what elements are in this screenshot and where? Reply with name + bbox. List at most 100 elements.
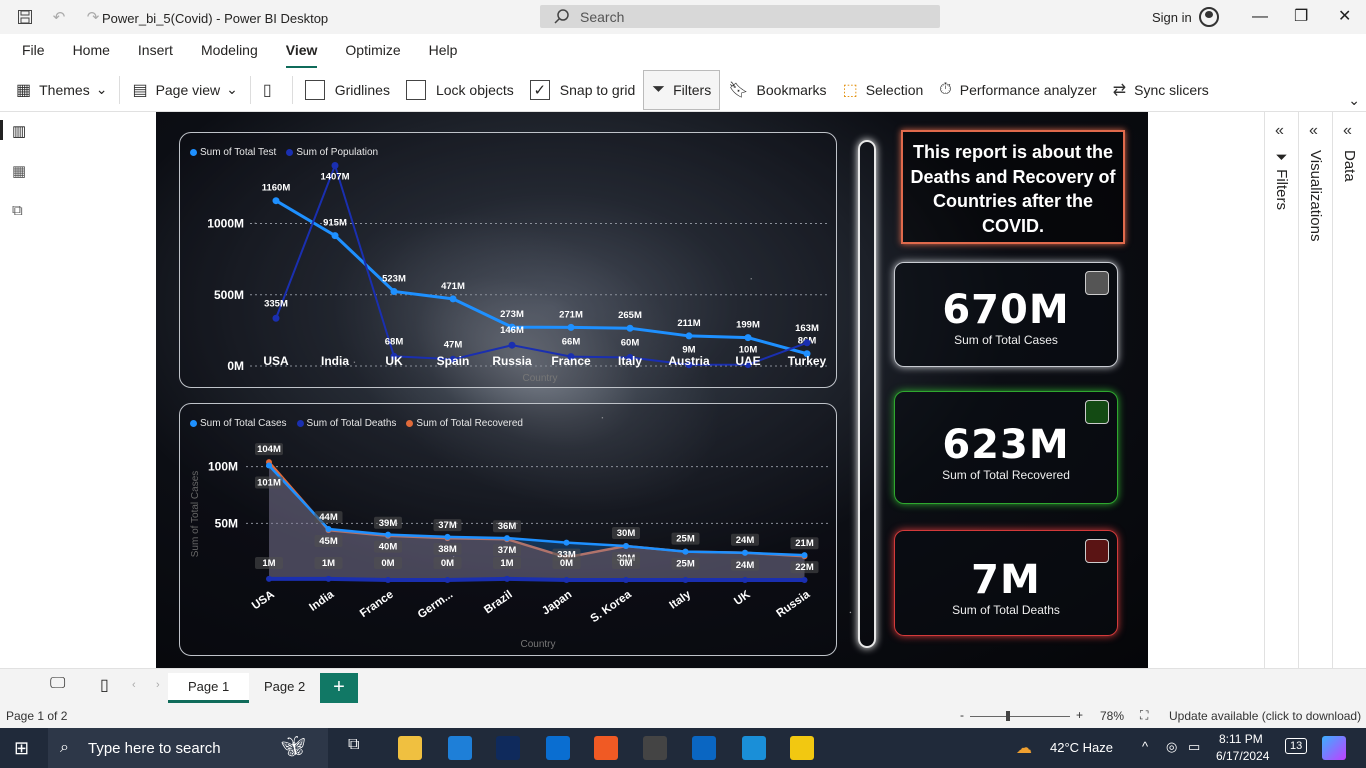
menu-home[interactable]: Home — [73, 34, 110, 68]
report-view-icon[interactable]: ▥ — [12, 122, 26, 140]
filters-pane-text: Filters — [1273, 169, 1290, 211]
tab-page-2[interactable]: Page 2 — [244, 673, 325, 703]
card-value: 623M — [942, 422, 1070, 468]
window-title: Power_bi_5(Covid) - Power BI Desktop — [102, 11, 329, 26]
gridlines-label: Gridlines — [334, 81, 390, 98]
brave-browser-icon[interactable] — [594, 736, 618, 760]
x-tick-label: Russia — [774, 588, 812, 620]
data-pane[interactable]: « Data — [1333, 112, 1366, 668]
lock-objects-checkbox[interactable] — [405, 79, 426, 100]
account-icon[interactable] — [1199, 7, 1219, 27]
sign-in-link[interactable]: Sign in — [1152, 10, 1192, 25]
card-label: Sum of Total Cases — [954, 333, 1058, 347]
disney-plus-icon[interactable] — [496, 736, 520, 760]
vscode-icon[interactable] — [742, 736, 766, 760]
battery-icon[interactable]: ▭ — [1188, 739, 1200, 755]
x-tick-label: UK — [732, 588, 753, 608]
data-point — [266, 462, 272, 469]
outlook-icon[interactable] — [546, 736, 570, 760]
table-view-icon[interactable]: ▦ — [12, 162, 26, 180]
mobile-layout-button[interactable]: ▯ — [255, 70, 288, 110]
expand-chevron-icon[interactable]: « — [1309, 122, 1318, 140]
total-deaths-card[interactable]: 7M Sum of Total Deaths — [894, 530, 1118, 636]
gridlines-checkbox[interactable] — [304, 79, 325, 100]
snap-to-grid-toggle[interactable]: ✓ Snap to grid — [522, 70, 644, 110]
mobile-layout-icon[interactable]: ▯ — [100, 675, 109, 695]
data-point — [331, 162, 339, 170]
phone-icon: ▯ — [262, 81, 272, 99]
zoom-slider[interactable] — [970, 716, 1070, 717]
sync-slicers-button[interactable]: ⇄ Sync slicers — [1105, 70, 1217, 110]
visualizations-pane[interactable]: « Visualizations — [1299, 112, 1333, 668]
filters-pane[interactable]: « ⏷ Filters — [1265, 112, 1299, 668]
gridlines-toggle[interactable]: Gridlines — [297, 70, 398, 110]
search-box[interactable]: Search — [540, 5, 940, 28]
menu-optimize[interactable]: Optimize — [345, 34, 400, 68]
filters-button[interactable]: ⏷ Filters — [643, 69, 721, 110]
x-axis-title: Country — [520, 639, 555, 650]
close-icon[interactable]: ✕ — [1338, 6, 1351, 26]
power-bi-icon[interactable] — [790, 736, 814, 760]
desktop-layout-icon[interactable]: 🖵 — [50, 675, 65, 693]
line-chart-panel[interactable]: Sum of Total Test Sum of Population 1000… — [179, 132, 837, 388]
expand-chevron-icon[interactable]: « — [1343, 122, 1352, 140]
taskbar-search[interactable]: ⌕ Type here to search 🦋︎ — [48, 728, 328, 768]
model-view-icon[interactable]: ⧉ — [12, 202, 23, 219]
menu-view[interactable]: View — [285, 34, 318, 68]
menu-file[interactable]: File — [22, 34, 45, 68]
microsoft-store-icon[interactable] — [643, 736, 667, 760]
task-view-icon[interactable]: ⧉ — [348, 736, 372, 760]
total-recovered-card[interactable]: 623M Sum of Total Recovered — [894, 391, 1118, 504]
x-tick-label: France — [551, 354, 591, 368]
tray-chevron-icon[interactable]: ^ — [1142, 739, 1148, 754]
network-icon[interactable]: ◎ — [1166, 739, 1177, 755]
bookmarks-button[interactable]: 🔖︎ Bookmarks — [720, 70, 834, 110]
performance-analyzer-button[interactable]: ⏱ Performance analyzer — [931, 70, 1104, 110]
snap-to-grid-checkbox[interactable]: ✓ — [529, 79, 550, 100]
menu-help[interactable]: Help — [429, 34, 458, 68]
zoom-slider-thumb[interactable] — [1006, 711, 1010, 721]
menu-insert[interactable]: Insert — [138, 34, 173, 68]
selection-button[interactable]: ⬚ Selection — [835, 70, 932, 110]
mail-icon[interactable] — [448, 736, 472, 760]
undo-icon[interactable]: ↶ — [50, 8, 68, 26]
data-label: 1M — [322, 558, 335, 569]
page-view-button[interactable]: ▤ Page view ⌄ — [124, 70, 245, 110]
windows-start-icon[interactable]: ⊞ — [14, 738, 29, 759]
weather-text[interactable]: 42°C Haze — [1050, 740, 1113, 755]
ribbon-collapse-icon[interactable]: ⌄ — [1348, 92, 1360, 109]
minimize-icon[interactable]: — — [1252, 8, 1268, 26]
search-icon: ⌕ — [60, 739, 69, 756]
file-explorer-icon[interactable] — [398, 736, 422, 760]
x-tick-label: UAE — [735, 354, 760, 368]
restore-icon[interactable]: ❐ — [1294, 6, 1308, 26]
tab-page-1[interactable]: Page 1 — [168, 673, 250, 703]
redo-icon[interactable]: ↷ — [84, 8, 102, 26]
save-icon[interactable] — [16, 8, 34, 26]
clock-time[interactable]: 8:11 PM — [1219, 732, 1263, 746]
data-label: 66M — [562, 337, 581, 348]
scroll-right-icon[interactable]: › — [156, 679, 160, 691]
lock-objects-toggle[interactable]: Lock objects — [398, 70, 522, 110]
zoom-level[interactable]: 78% — [1100, 709, 1124, 723]
themes-button[interactable]: ▦ Themes ⌄ — [8, 70, 115, 110]
x-axis-title: Country — [522, 373, 557, 384]
zoom-out-button[interactable]: - — [960, 708, 964, 722]
update-link[interactable]: Update available (click to download) — [1169, 709, 1361, 723]
card-color-swatch — [1085, 271, 1109, 295]
fit-to-page-icon[interactable]: ⛶ — [1140, 708, 1148, 723]
clock-date[interactable]: 6/17/2024 — [1216, 749, 1269, 763]
search-icon — [554, 8, 569, 24]
data-point — [325, 575, 332, 582]
menu-modeling[interactable]: Modeling — [201, 34, 258, 68]
notification-badge[interactable]: 13 — [1285, 738, 1308, 754]
scroll-left-icon[interactable]: ‹ — [132, 679, 136, 691]
linkedin-icon[interactable] — [692, 736, 716, 760]
expand-chevron-icon[interactable]: « — [1275, 122, 1284, 140]
total-cases-card[interactable]: 670M Sum of Total Cases — [894, 262, 1118, 367]
area-chart-panel[interactable]: Sum of Total Cases Sum of Total Deaths S… — [179, 403, 837, 656]
add-page-button[interactable]: + — [320, 673, 358, 703]
zoom-in-button[interactable]: + — [1076, 708, 1083, 722]
data-label: 24M — [736, 560, 755, 571]
copilot-icon[interactable] — [1322, 736, 1346, 760]
